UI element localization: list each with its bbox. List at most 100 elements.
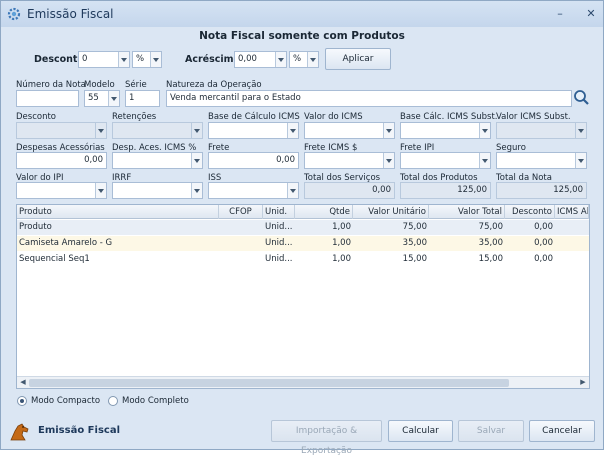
base-icms-label: Base de Cálculo ICMS xyxy=(208,112,300,122)
aplicar-button[interactable]: Aplicar xyxy=(325,48,391,70)
chevron-down-icon[interactable] xyxy=(479,153,490,168)
cancelar-button[interactable]: Cancelar xyxy=(529,420,595,442)
desconto-unit-value: % xyxy=(136,54,145,64)
frete-input[interactable]: 0,00 xyxy=(208,152,299,169)
chevron-down-icon[interactable] xyxy=(150,52,161,67)
despesas-input[interactable]: 0,00 xyxy=(16,152,107,169)
modelo-select[interactable]: 55 xyxy=(84,90,120,107)
col-cfop[interactable]: CFOP xyxy=(219,205,263,219)
numero-nota-label: Número da Nota xyxy=(16,80,86,90)
cell-unid: Unid... xyxy=(265,254,293,264)
valor-icms-label: Valor do ICMS xyxy=(304,112,363,122)
col-qtde[interactable]: Qtde xyxy=(295,205,353,219)
table-row[interactable]: Camiseta Amarelo - G Unid... 1,00 35,00 … xyxy=(17,236,589,251)
chevron-down-icon[interactable] xyxy=(287,183,298,198)
cell-desconto: 0,00 xyxy=(534,254,553,264)
desconto-unit-select[interactable]: % xyxy=(132,51,162,68)
valor-icms-select[interactable] xyxy=(304,122,395,139)
cell-unid: Unid... xyxy=(265,222,293,232)
acrescimo-unit-value: % xyxy=(293,54,302,64)
numero-nota-input[interactable] xyxy=(16,90,79,107)
valor-ipi-select[interactable] xyxy=(16,182,107,199)
cell-valor-unitario: 75,00 xyxy=(402,222,427,232)
valor-icms-subst-label: Valor ICMS Subst. xyxy=(496,112,571,122)
total-produtos-value: 125,00 xyxy=(400,182,491,199)
base-icms-subst-select[interactable] xyxy=(400,122,491,139)
cell-valor-unitario: 35,00 xyxy=(402,238,427,248)
total-servicos-value: 0,00 xyxy=(304,182,395,199)
frete-icms-select[interactable] xyxy=(304,152,395,169)
calcular-button[interactable]: Calcular xyxy=(388,420,453,442)
serie-input[interactable]: 1 xyxy=(125,90,160,107)
minimize-icon[interactable]: – xyxy=(554,8,566,20)
cell-desconto: 0,00 xyxy=(534,222,553,232)
cell-produto: Camiseta Amarelo - G xyxy=(19,238,113,248)
chevron-down-icon[interactable] xyxy=(575,153,586,168)
emissao-fiscal-window: Emissão Fiscal – ✕ Nota Fiscal somente c… xyxy=(0,0,604,456)
modo-compacto-label[interactable]: Modo Compacto xyxy=(31,396,100,406)
products-grid[interactable]: Produto CFOP Unid. Qtde Valor Unitário V… xyxy=(16,204,590,389)
search-icon[interactable] xyxy=(573,89,590,106)
modo-compacto-radio[interactable] xyxy=(17,396,27,406)
irrf-select[interactable] xyxy=(112,182,203,199)
seguro-select[interactable] xyxy=(496,152,587,169)
col-icms-al[interactable]: ICMS Al xyxy=(555,205,589,219)
chevron-down-icon[interactable] xyxy=(191,153,202,168)
desconto-input[interactable]: 0 xyxy=(78,51,130,68)
col-desconto[interactable]: Desconto xyxy=(505,205,555,219)
base-icms-select[interactable] xyxy=(208,122,299,139)
col-produto[interactable]: Produto xyxy=(17,205,219,219)
acrescimo-input[interactable]: 0,00 xyxy=(234,51,287,68)
natureza-label: Natureza da Operação xyxy=(166,80,262,90)
chevron-down-icon[interactable] xyxy=(287,123,298,138)
modelo-label: Modelo xyxy=(84,80,115,90)
chevron-down-icon[interactable] xyxy=(479,123,490,138)
chevron-down-icon[interactable] xyxy=(108,91,119,106)
cell-desconto: 0,00 xyxy=(534,238,553,248)
modo-completo-label[interactable]: Modo Completo xyxy=(122,396,189,406)
cell-qtde: 1,00 xyxy=(332,222,351,232)
retencoes-label: Retenções xyxy=(112,112,157,122)
cell-unid: Unid... xyxy=(265,238,293,248)
cell-produto: Produto xyxy=(19,222,52,232)
horizontal-scrollbar[interactable]: ◀ ▶ xyxy=(17,376,589,388)
table-row[interactable]: Produto Unid... 1,00 75,00 75,00 0,00 xyxy=(17,220,589,235)
chevron-down-icon[interactable] xyxy=(275,52,286,67)
salvar-button[interactable]: Salvar xyxy=(458,420,524,442)
scroll-right-icon[interactable]: ▶ xyxy=(577,377,589,388)
chevron-down-icon[interactable] xyxy=(383,153,394,168)
modo-completo-radio[interactable] xyxy=(108,396,118,406)
col-unid[interactable]: Unid. xyxy=(263,205,295,219)
cell-qtde: 1,00 xyxy=(332,238,351,248)
title-bar: Emissão Fiscal – ✕ xyxy=(1,1,603,27)
chevron-down-icon[interactable] xyxy=(118,52,129,67)
chevron-down-icon[interactable] xyxy=(95,183,106,198)
close-icon[interactable]: ✕ xyxy=(585,8,597,20)
chevron-down-icon xyxy=(191,123,202,138)
scrollbar-thumb[interactable] xyxy=(29,379,509,387)
chevron-down-icon[interactable] xyxy=(307,52,318,67)
app-gear-icon xyxy=(7,7,21,21)
chevron-down-icon xyxy=(575,123,586,138)
col-valor-unitario[interactable]: Valor Unitário xyxy=(353,205,429,219)
grid-header: Produto CFOP Unid. Qtde Valor Unitário V… xyxy=(17,205,589,219)
importacao-exportacao-button[interactable]: Importação & Exportação xyxy=(271,420,382,456)
acrescimo-unit-select[interactable]: % xyxy=(289,51,319,68)
valor-icms-subst-select xyxy=(496,122,587,139)
footer-brand-title: Emissão Fiscal xyxy=(38,425,120,436)
iss-select[interactable] xyxy=(208,182,299,199)
base-icms-subst-label: Base Cálc. ICMS Subst. xyxy=(400,112,498,122)
desp-icms-select[interactable] xyxy=(112,152,203,169)
chevron-down-icon[interactable] xyxy=(383,123,394,138)
cell-valor-unitario: 15,00 xyxy=(402,254,427,264)
page-heading: Nota Fiscal somente com Produtos xyxy=(199,30,405,42)
natureza-input[interactable]: Venda mercantil para o Estado xyxy=(166,90,572,107)
serie-label: Série xyxy=(125,80,147,90)
col-valor-total[interactable]: Valor Total xyxy=(429,205,505,219)
frete-ipi-select[interactable] xyxy=(400,152,491,169)
table-row[interactable]: Sequencial Seq1 Unid... 1,00 15,00 15,00… xyxy=(17,252,589,267)
desconto2-label: Desconto xyxy=(16,112,56,122)
scroll-left-icon[interactable]: ◀ xyxy=(17,377,29,388)
chevron-down-icon[interactable] xyxy=(191,183,202,198)
cell-valor-total: 75,00 xyxy=(478,222,503,232)
